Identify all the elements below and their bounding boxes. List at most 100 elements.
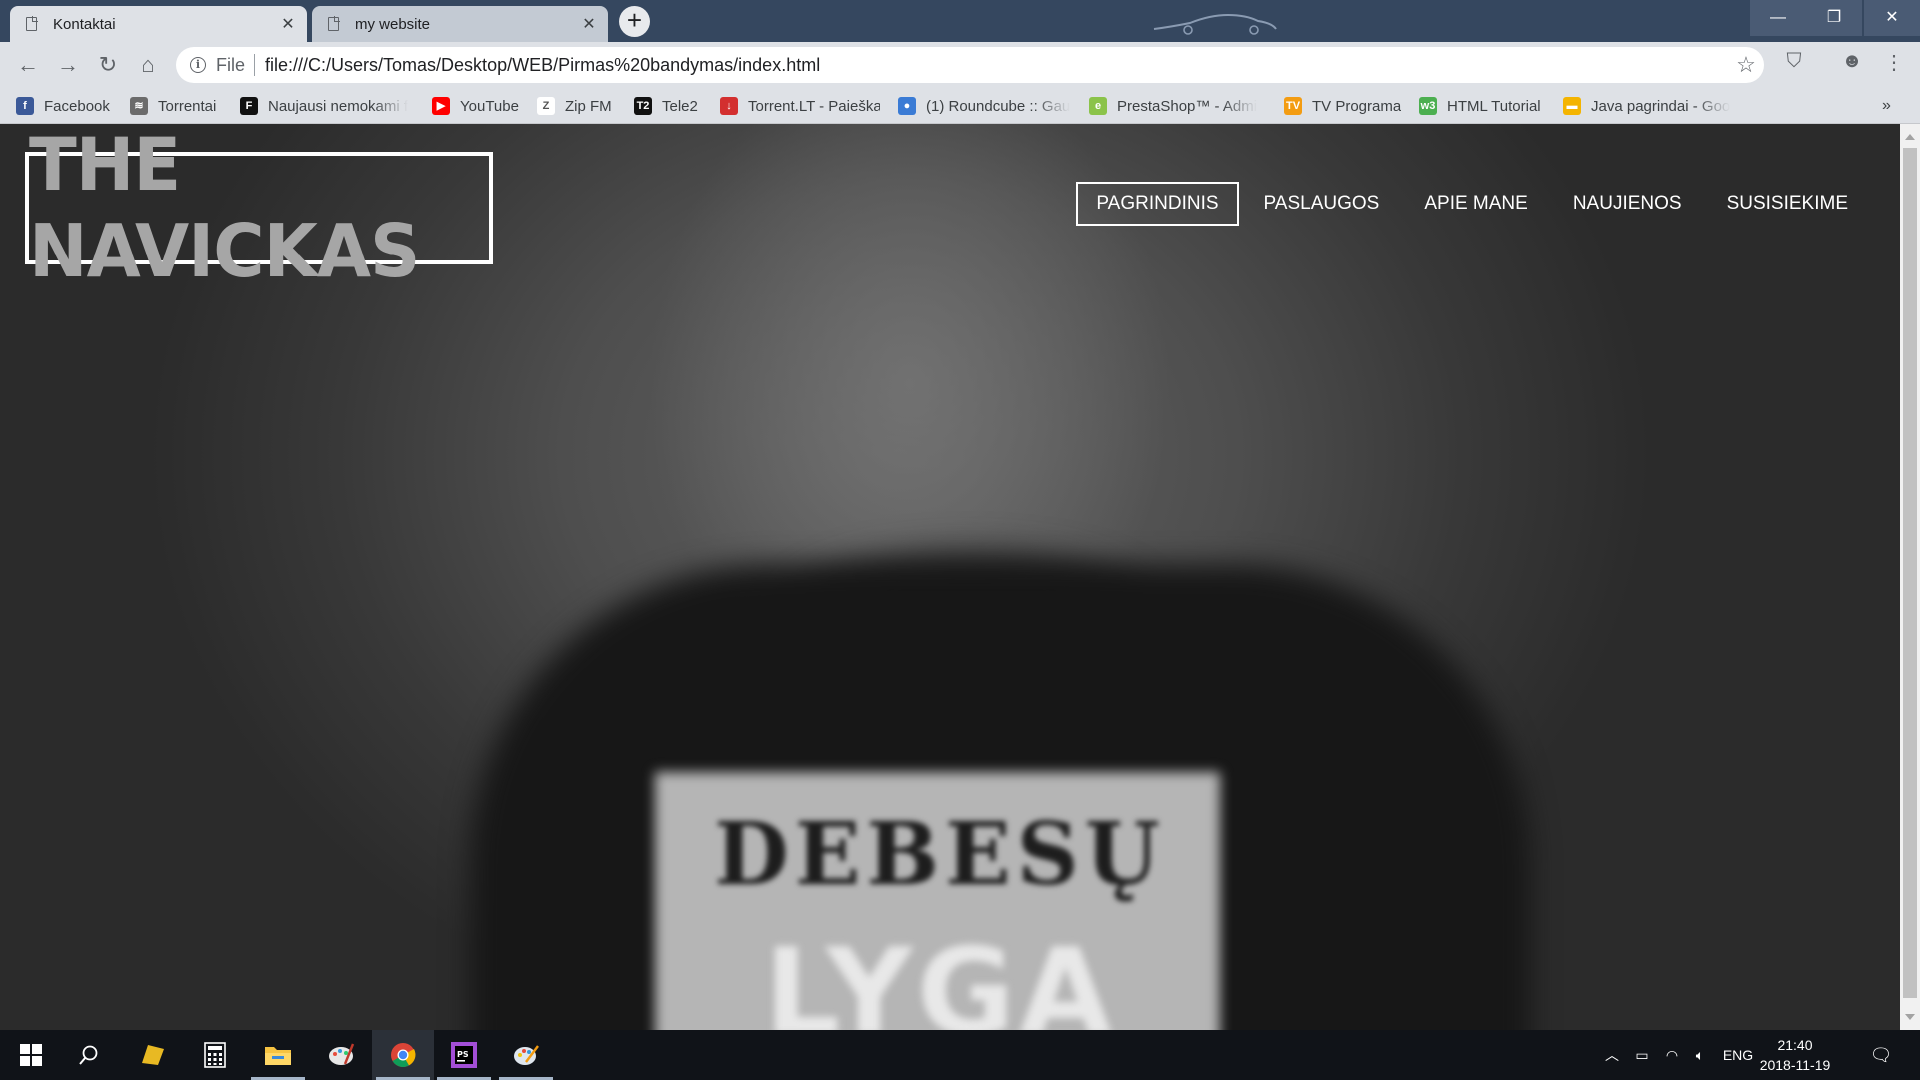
- scheme-label: File: [216, 54, 246, 75]
- bookmark-item[interactable]: TV TV Programa: [1284, 88, 1402, 124]
- sticky-notes-icon: [142, 1045, 164, 1065]
- taskbar-file-explorer[interactable]: [247, 1030, 309, 1080]
- bookmark-label: Java pagrindai - Goo: [1591, 97, 1731, 115]
- windows-logo-icon: [20, 1044, 42, 1066]
- tele2-icon: T2: [634, 97, 652, 115]
- chrome-icon: [391, 1043, 416, 1068]
- bookmark-label: HTML Tutorial: [1447, 97, 1541, 115]
- divider: [254, 54, 256, 76]
- taskbar-paint3d[interactable]: [495, 1030, 557, 1080]
- site-logo-text: THE NAVICKAS: [29, 124, 420, 295]
- bookmark-item[interactable]: w3 HTML Tutorial: [1419, 88, 1547, 124]
- tab-title: Kontaktai: [53, 15, 116, 33]
- taskbar-chrome[interactable]: [372, 1030, 434, 1080]
- nav-link-apie-mane[interactable]: APIE MANE: [1404, 182, 1547, 226]
- site-logo[interactable]: THE NAVICKAS: [25, 124, 493, 294]
- bookmark-item[interactable]: ≋ Torrentai: [130, 88, 222, 124]
- close-window-button[interactable]: ✕: [1864, 0, 1920, 36]
- bookmark-item[interactable]: e PrestaShop™ - Admi: [1089, 88, 1259, 124]
- action-center-icon[interactable]: 🗨︎: [1866, 1030, 1896, 1080]
- info-icon[interactable]: i: [190, 57, 206, 73]
- bookmark-item[interactable]: ▶ YouTube: [432, 88, 524, 124]
- tab-title: my website: [355, 15, 431, 33]
- url-text[interactable]: file:///C:/Users/Tomas/Desktop/WEB/Pirma…: [265, 55, 1728, 76]
- zipfm-icon: Z: [537, 97, 555, 115]
- windows-taskbar: PS ︿ ▭ ◠ 🔈︎ ENG 21:40 2018-11-19 🗨︎: [0, 1030, 1920, 1080]
- close-icon[interactable]: ✕: [578, 14, 600, 34]
- svg-text:PS: PS: [457, 1050, 469, 1059]
- nav-link-pagrindinis[interactable]: PAGRINDINIS: [1076, 182, 1239, 226]
- restore-button[interactable]: ❐: [1806, 0, 1862, 36]
- start-button[interactable]: [0, 1030, 62, 1080]
- bookmarks-bar: » f Facebook ≋ Torrentai F Naujausi nemokami …: [0, 88, 1920, 124]
- youtube-icon: ▶: [432, 97, 450, 115]
- roundcube-icon: ●: [898, 97, 916, 115]
- bookmark-label: Torrent.LT - Paieška: [748, 97, 880, 115]
- search-button[interactable]: [58, 1030, 120, 1080]
- network-icon[interactable]: ◠: [1660, 1030, 1684, 1080]
- paint-icon: [329, 1043, 355, 1065]
- facebook-icon: f: [16, 97, 34, 115]
- bookmark-label: Facebook: [44, 97, 110, 115]
- shield-extension-icon[interactable]: ⛉: [1779, 50, 1809, 73]
- new-tab-button[interactable]: +: [619, 6, 650, 37]
- web-page-viewport: DEBESŲ LYGA THE NAVICKAS PAGRINDINIS PASL…: [0, 124, 1900, 1030]
- car-theme-icon: [1153, 13, 1277, 35]
- bookmark-label: PrestaShop™ - Admi: [1117, 97, 1258, 115]
- tab-kontaktai[interactable]: Kontaktai ✕: [10, 6, 307, 42]
- bookmark-item[interactable]: F Naujausi nemokami f: [240, 88, 412, 124]
- bookmark-label: (1) Roundcube :: Gau: [926, 97, 1070, 115]
- scrollbar-thumb[interactable]: [1903, 148, 1917, 998]
- google-slides-icon: ▬: [1563, 97, 1581, 115]
- bookmark-item[interactable]: f Facebook: [16, 88, 116, 124]
- taskbar-phpstorm[interactable]: PS: [433, 1030, 495, 1080]
- volume-icon[interactable]: 🔈︎: [1688, 1030, 1712, 1080]
- search-icon: [79, 1045, 98, 1065]
- document-icon: [26, 16, 38, 31]
- reload-icon[interactable]: ↻: [93, 50, 123, 80]
- profile-avatar-icon[interactable]: ☻: [1837, 50, 1867, 73]
- bookmark-label: TV Programa: [1312, 97, 1402, 115]
- show-hidden-icons-chevron-icon[interactable]: ︿: [1600, 1030, 1624, 1080]
- page-scrollbar[interactable]: [1900, 124, 1920, 1030]
- taskbar-notes-app[interactable]: [121, 1030, 183, 1080]
- bookmark-item[interactable]: ↓ Torrent.LT - Paieška: [720, 88, 880, 124]
- calculator-icon: [204, 1042, 226, 1068]
- f-letter-icon: F: [240, 97, 258, 115]
- site-navigation: PAGRINDINIS PASLAUGOS APIE MANE NAUJIENOS SU…: [1071, 182, 1868, 226]
- taskbar-paint-app[interactable]: [310, 1030, 372, 1080]
- torrentlt-icon: ↓: [720, 97, 738, 115]
- bookmark-star-icon[interactable]: ☆: [1728, 52, 1764, 78]
- clock-time: 21:40: [1777, 1037, 1813, 1053]
- document-icon: [328, 16, 340, 31]
- forward-icon[interactable]: →: [53, 50, 83, 80]
- nav-link-susisiekime[interactable]: SUSISIEKIME: [1707, 182, 1868, 226]
- minimize-button[interactable]: —: [1750, 0, 1806, 36]
- scroll-down-arrow-icon[interactable]: [1905, 1014, 1915, 1020]
- paint-palette-icon: [514, 1045, 539, 1065]
- battery-icon[interactable]: ▭: [1630, 1030, 1654, 1080]
- tab-my-website[interactable]: my website ✕: [312, 6, 608, 42]
- torrentai-icon: ≋: [130, 97, 148, 115]
- bookmark-item[interactable]: Z Zip FM: [537, 88, 619, 124]
- browser-titlebar: Kontaktai ✕ my website ✕ + — ❐ ✕: [0, 0, 1920, 42]
- bookmark-item[interactable]: T2 Tele2: [634, 88, 704, 124]
- shirt-print-text-top: DEBESŲ: [714, 804, 1166, 905]
- nav-link-paslaugos[interactable]: PASLAUGOS: [1244, 182, 1400, 226]
- clock-date: 2018-11-19: [1759, 1057, 1831, 1073]
- nav-link-naujienos[interactable]: NAUJIENOS: [1553, 182, 1702, 226]
- clock[interactable]: 21:40 2018-11-19: [1752, 1035, 1838, 1075]
- bookmark-label: Torrentai: [158, 97, 217, 115]
- menu-kebab-icon[interactable]: ⋮: [1879, 50, 1909, 75]
- taskbar-calculator-app[interactable]: [184, 1030, 246, 1080]
- folder-icon: [265, 1047, 291, 1065]
- address-bar[interactable]: i File file:///C:/Users/Tomas/Desktop/WE…: [176, 47, 1764, 83]
- close-icon[interactable]: ✕: [277, 14, 299, 34]
- bookmarks-more-icon[interactable]: »: [1882, 88, 1891, 124]
- bookmark-item[interactable]: ▬ Java pagrindai - Goo: [1563, 88, 1735, 124]
- phpstorm-icon: PS: [451, 1042, 477, 1068]
- scroll-up-arrow-icon[interactable]: [1905, 134, 1915, 140]
- bookmark-item[interactable]: ● (1) Roundcube :: Gau: [898, 88, 1070, 124]
- back-icon[interactable]: ←: [13, 50, 43, 80]
- home-icon[interactable]: ⌂: [133, 50, 163, 80]
